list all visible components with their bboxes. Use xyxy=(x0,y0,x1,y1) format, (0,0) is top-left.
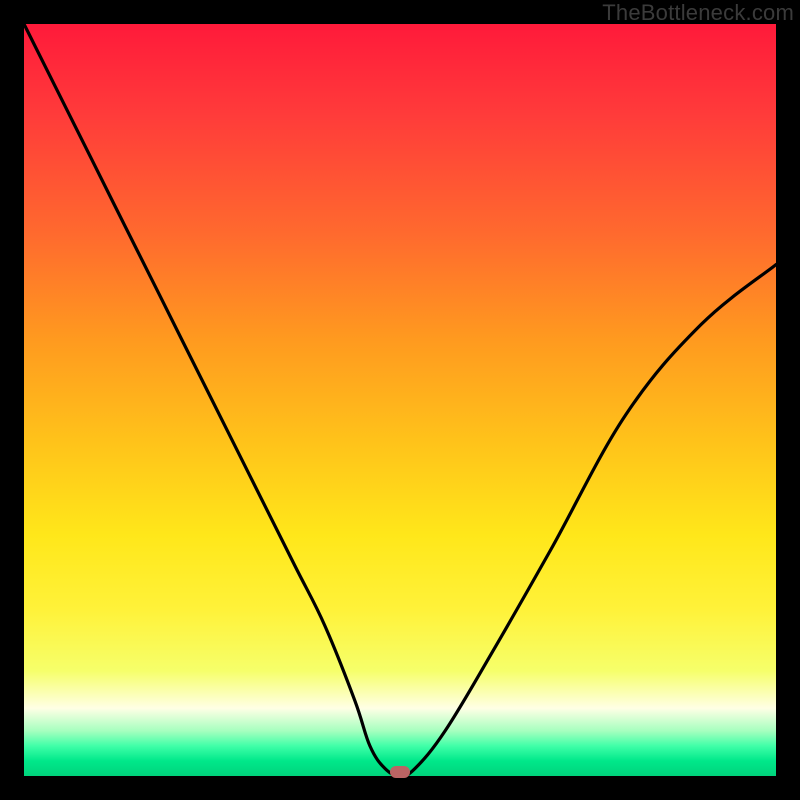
optimal-point-marker xyxy=(390,766,410,778)
curve-path xyxy=(24,24,776,776)
chart-frame: TheBottleneck.com xyxy=(0,0,800,800)
plot-area xyxy=(24,24,776,776)
bottleneck-curve xyxy=(24,24,776,776)
watermark-text: TheBottleneck.com xyxy=(602,0,794,26)
